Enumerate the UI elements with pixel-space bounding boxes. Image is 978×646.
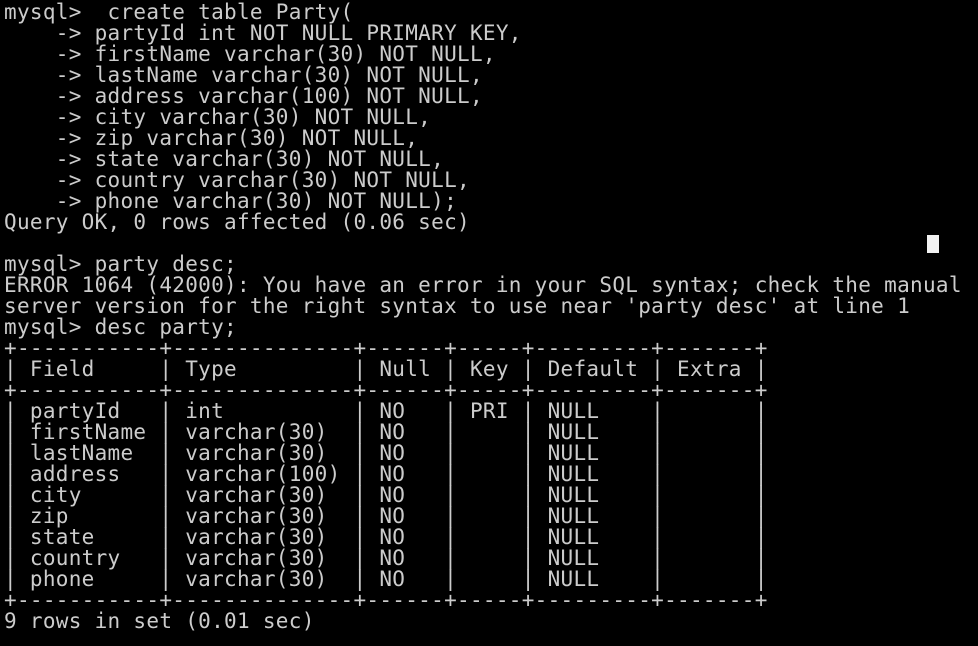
table-border: +-----------+--------------+------+-----… (4, 336, 768, 360)
table-row: | state | varchar(30) | NO | | NULL | | (4, 525, 768, 549)
table-row: | lastName | varchar(30) | NO | | NULL |… (4, 441, 768, 465)
result-summary: 9 rows in set (0.01 sec) (4, 609, 315, 633)
terminal-line: -> city varchar(30) NOT NULL, (4, 105, 432, 129)
table-border: +-----------+--------------+------+-----… (4, 588, 768, 612)
terminal-line: mysql> party desc; (4, 252, 237, 276)
terminal-line: -> lastName varchar(30) NOT NULL, (4, 63, 483, 87)
table-header: | Field | Type | Null | Key | Default | … (4, 357, 768, 381)
table-row: | zip | varchar(30) | NO | | NULL | | (4, 504, 768, 528)
table-row: | country | varchar(30) | NO | | NULL | … (4, 546, 768, 570)
terminal-line: -> firstName varchar(30) NOT NULL, (4, 42, 496, 66)
table-row: | city | varchar(30) | NO | | NULL | | (4, 483, 768, 507)
terminal-line: -> partyId int NOT NULL PRIMARY KEY, (4, 21, 522, 45)
table-border: +-----------+--------------+------+-----… (4, 378, 768, 402)
error-line: ERROR 1064 (42000): You have an error in… (4, 273, 962, 297)
terminal-line: mysql> desc party; (4, 315, 237, 339)
terminal-line: -> zip varchar(30) NOT NULL, (4, 126, 419, 150)
terminal-line: -> phone varchar(30) NOT NULL); (4, 189, 458, 213)
error-line: server version for the right syntax to u… (4, 294, 911, 318)
table-row: | partyId | int | NO | PRI | NULL | | (4, 399, 768, 423)
text-cursor (927, 235, 939, 253)
terminal-window[interactable]: mysql> create table Party( -> partyId in… (0, 0, 978, 646)
terminal-line: -> country varchar(30) NOT NULL, (4, 168, 470, 192)
terminal-line: mysql> create table Party( (4, 0, 354, 24)
terminal-line: -> address varchar(100) NOT NULL, (4, 84, 483, 108)
terminal-line: -> state varchar(30) NOT NULL, (4, 147, 445, 171)
table-row: | phone | varchar(30) | NO | | NULL | | (4, 567, 768, 591)
terminal-line: Query OK, 0 rows affected (0.06 sec) (4, 210, 470, 234)
table-row: | address | varchar(100) | NO | | NULL |… (4, 462, 768, 486)
table-row: | firstName | varchar(30) | NO | | NULL … (4, 420, 768, 444)
